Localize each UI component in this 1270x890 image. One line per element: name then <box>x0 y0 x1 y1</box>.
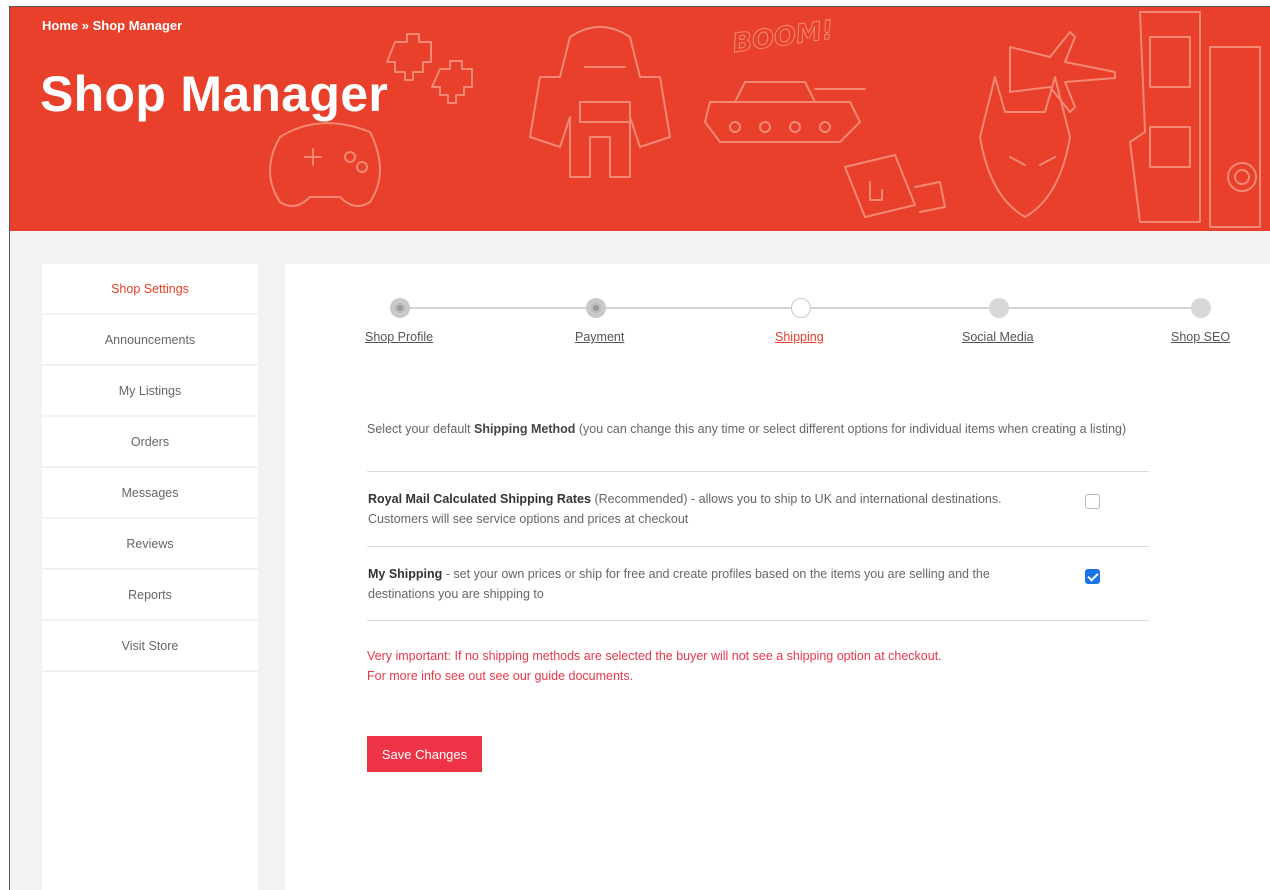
step-pending-icon <box>989 298 1009 318</box>
boom-text: BOOM! <box>731 15 836 59</box>
shipping-warning: Very important: If no shipping methods a… <box>367 646 942 686</box>
sidebar-item-reviews[interactable]: Reviews <box>42 519 258 570</box>
intro-emphasis: Shipping Method <box>474 422 576 436</box>
sidebar-item-my-listings[interactable]: My Listings <box>42 366 258 417</box>
option-description: Royal Mail Calculated Shipping Rates (Re… <box>368 489 1038 529</box>
shipping-intro: Select your default Shipping Method (you… <box>367 422 1126 436</box>
sidebar-item-messages[interactable]: Messages <box>42 468 258 519</box>
royal-mail-checkbox[interactable] <box>1085 494 1100 509</box>
intro-text-rest: (you can change this any time or select … <box>575 422 1127 436</box>
step-done-icon <box>586 298 606 318</box>
shipping-option-royal-mail: Royal Mail Calculated Shipping Rates (Re… <box>367 471 1149 546</box>
option-description: My Shipping - set your own prices or shi… <box>368 564 1038 604</box>
app-frame: BOOM! Home » Shop Manager Shop Manager S… <box>9 6 1270 890</box>
page-title: Shop Manager <box>40 66 389 122</box>
breadcrumb-separator: » <box>81 18 89 33</box>
step-label-shipping[interactable]: Shipping <box>775 330 824 344</box>
shipping-option-my-shipping: My Shipping - set your own prices or shi… <box>367 546 1149 621</box>
sidebar-item-announcements[interactable]: Announcements <box>42 315 258 366</box>
progress-stepper: Shop Profile Payment Shipping Social Med… <box>285 294 1270 354</box>
sidebar-item-shop-settings[interactable]: Shop Settings <box>42 264 258 315</box>
step-label-payment[interactable]: Payment <box>575 330 624 344</box>
step-done-icon <box>390 298 410 318</box>
main-panel: Shop Profile Payment Shipping Social Med… <box>285 264 1270 890</box>
option-title: Royal Mail Calculated Shipping Rates <box>368 492 591 506</box>
shipping-options: Royal Mail Calculated Shipping Rates (Re… <box>367 471 1149 621</box>
breadcrumb: Home » Shop Manager <box>42 18 182 33</box>
step-current-icon <box>791 298 811 318</box>
step-label-shop-seo[interactable]: Shop SEO <box>1171 330 1230 344</box>
warning-line: Very important: If no shipping methods a… <box>367 649 942 663</box>
step-label-shop-profile[interactable]: Shop Profile <box>365 330 433 344</box>
warning-line: For more info see out see our guide docu… <box>367 669 634 683</box>
sidebar-item-reports[interactable]: Reports <box>42 570 258 621</box>
option-detail: - set your own prices or ship for free a… <box>368 567 990 601</box>
save-button[interactable]: Save Changes <box>367 736 482 772</box>
header-banner: BOOM! Home » Shop Manager Shop Manager <box>10 7 1270 231</box>
sidebar: Shop Settings Announcements My Listings … <box>42 264 258 890</box>
intro-text: Select your default <box>367 422 475 436</box>
my-shipping-checkbox[interactable] <box>1085 569 1100 584</box>
breadcrumb-home-link[interactable]: Home <box>42 18 78 33</box>
sidebar-item-visit-store[interactable]: Visit Store <box>42 621 258 672</box>
step-pending-icon <box>1191 298 1211 318</box>
option-title: My Shipping <box>368 567 443 581</box>
sidebar-item-orders[interactable]: Orders <box>42 417 258 468</box>
step-label-social-media[interactable]: Social Media <box>962 330 1034 344</box>
breadcrumb-current: Shop Manager <box>92 18 183 33</box>
